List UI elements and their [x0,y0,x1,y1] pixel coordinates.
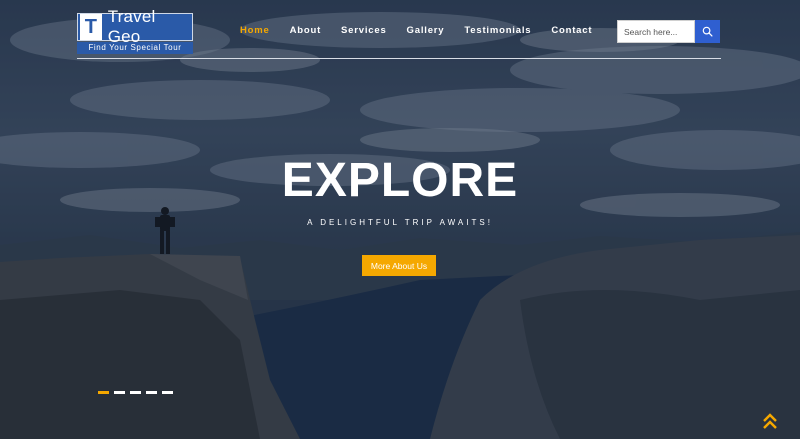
carousel-indicator[interactable] [130,391,141,394]
back-to-top-button[interactable] [760,411,780,431]
more-about-us-button[interactable]: More About Us [362,255,436,276]
logo-box: T Travel Geo [77,7,193,46]
carousel-indicator[interactable] [114,391,125,394]
brand-logo[interactable]: T Travel Geo Find Your Special Tour [77,7,193,54]
carousel-indicator[interactable] [162,391,173,394]
brand-name: Travel Geo [107,7,156,46]
search-button[interactable] [695,20,720,43]
carousel-indicators [98,391,178,394]
nav-item-home[interactable]: Home [240,25,270,39]
hero-subtitle: A DELIGHTFUL TRIP AWAITS! [307,218,493,227]
search-form [617,20,720,43]
nav-item-about[interactable]: About [290,25,321,39]
carousel-indicator[interactable] [98,391,109,394]
main-nav: Home About Services Gallery Testimonials… [240,25,612,39]
search-icon [702,26,713,37]
nav-item-gallery[interactable]: Gallery [407,25,445,39]
header-divider [77,58,721,59]
brand-tagline: Find Your Special Tour [77,42,193,54]
double-chevron-up-icon [763,413,777,429]
hero-title: EXPLORE [281,154,519,207]
carousel-indicator[interactable] [146,391,157,394]
logo-letter: T [80,14,102,40]
nav-item-services[interactable]: Services [341,25,387,39]
nav-item-testimonials[interactable]: Testimonials [464,25,531,39]
nav-item-contact[interactable]: Contact [551,25,592,39]
search-input[interactable] [617,20,695,43]
